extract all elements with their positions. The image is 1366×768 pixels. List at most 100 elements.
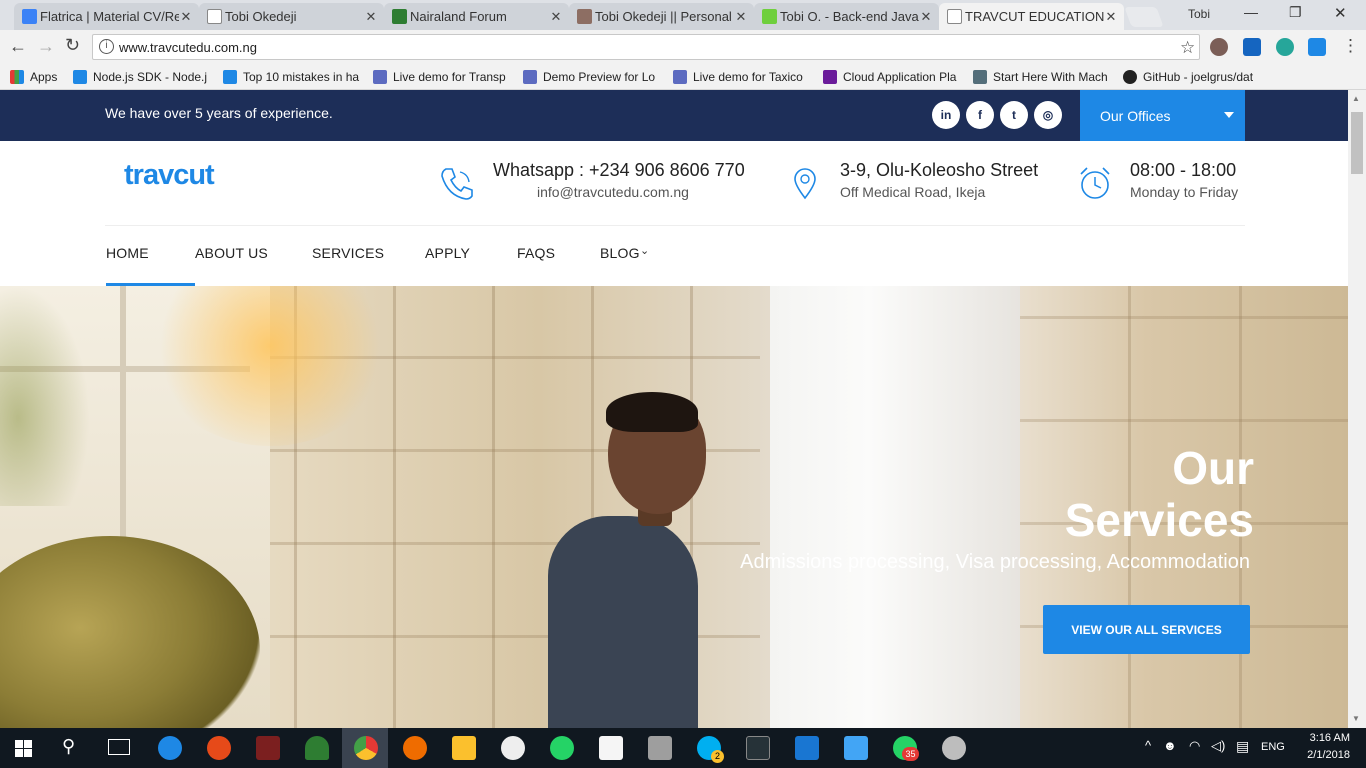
chrome-browser-icon[interactable]: [354, 736, 378, 760]
terminal-app-icon[interactable]: [256, 736, 280, 760]
upwork-favicon-icon: [762, 9, 777, 24]
info-icon[interactable]: i: [99, 39, 114, 54]
phone-icon: [441, 168, 473, 200]
minimize-window-icon[interactable]: —: [1244, 4, 1258, 20]
slides-app-icon[interactable]: [599, 736, 623, 760]
paint-app-icon[interactable]: [942, 736, 966, 760]
rocket-app-icon[interactable]: [305, 736, 329, 760]
profile-name[interactable]: Tobi: [1188, 7, 1210, 21]
browser-tab-travcut[interactable]: TRAVCUT EDUCATIONA ✕: [939, 3, 1124, 30]
location-pin-icon: [794, 168, 816, 200]
vscode-app-icon[interactable]: [795, 736, 819, 760]
forward-arrow-icon[interactable]: →: [37, 36, 55, 57]
notification-icon[interactable]: ▤: [1236, 738, 1249, 755]
close-tab-icon[interactable]: ✕: [549, 9, 563, 25]
apps-grid-icon: [10, 70, 24, 84]
browser-tab-flatrica[interactable]: Flatrica | Material CV/Re ✕: [14, 3, 199, 30]
new-tab-button[interactable]: [1124, 7, 1164, 27]
hours-time: 08:00 - 18:00: [1130, 160, 1237, 180]
pen-app-icon[interactable]: [207, 736, 231, 760]
extension-chat-icon[interactable]: [1276, 38, 1294, 56]
scroll-down-icon[interactable]: ▼: [1352, 714, 1360, 723]
nav-blog[interactable]: BLOG: [600, 245, 640, 261]
edge-browser-icon[interactable]: [158, 736, 182, 760]
scrollbar-thumb[interactable]: [1351, 112, 1363, 174]
music-app-icon[interactable]: [501, 736, 525, 760]
bookmark-favicon-icon: [223, 70, 237, 84]
bookmark-live-demo-transport[interactable]: Live demo for Transp: [373, 68, 511, 86]
nav-home[interactable]: HOME: [106, 245, 149, 261]
bookmark-apps[interactable]: Apps: [10, 68, 70, 86]
back-arrow-icon[interactable]: ←: [9, 36, 27, 57]
firefox-browser-icon[interactable]: [403, 736, 427, 760]
browser-menu-icon[interactable]: ⋮: [1342, 36, 1359, 56]
nav-services[interactable]: SERVICES: [312, 245, 384, 261]
facebook-icon[interactable]: f: [966, 101, 994, 129]
extension-avatar-icon[interactable]: [1210, 38, 1228, 56]
bookmark-favicon-icon: [673, 70, 687, 84]
bookmarks-bar: Apps Node.js SDK - Node.j Top 10 mistake…: [0, 64, 1366, 146]
browser-tab-tobi-okedeji[interactable]: Tobi Okedeji ✕: [199, 3, 384, 30]
twitter-icon[interactable]: t: [1000, 101, 1028, 129]
scroll-up-icon[interactable]: ▲: [1352, 94, 1360, 103]
bookmark-favicon-icon: [523, 70, 537, 84]
white-pillar: [770, 286, 1020, 728]
windows-taskbar: ⚲ ^ ☻ ◠ ◁) ▤ ENG 3:16 AM 2/1/2018: [0, 728, 1366, 768]
tray-chevron-up-icon[interactable]: ^: [1145, 738, 1151, 753]
extension-arrow-down-icon[interactable]: [1308, 38, 1326, 56]
nav-apply[interactable]: APPLY: [425, 245, 470, 261]
close-tab-icon[interactable]: ✕: [919, 9, 933, 25]
our-offices-dropdown[interactable]: Our Offices: [1080, 90, 1245, 141]
contact-email: info@travcutedu.com.ng: [537, 184, 689, 200]
bookmark-live-demo-taxico[interactable]: Live demo for Taxico: [673, 68, 811, 86]
browser-tab-nairaland[interactable]: Nairaland Forum ✕: [384, 3, 569, 30]
address-bar[interactable]: i www.travcutedu.com.ng: [92, 34, 1200, 60]
extension-download-icon[interactable]: [1243, 38, 1261, 56]
bookmark-cloud-application[interactable]: Cloud Application Pla: [823, 68, 961, 86]
close-tab-icon[interactable]: ✕: [179, 9, 193, 25]
close-window-icon[interactable]: ✕: [1334, 4, 1347, 22]
search-icon[interactable]: ⚲: [62, 736, 75, 757]
browser-tab-strip: Flatrica | Material CV/Re ✕ Tobi Okedeji…: [0, 0, 1366, 30]
tray-user-icon[interactable]: ☻: [1163, 738, 1177, 753]
hero-title-line-2: Services: [1064, 494, 1254, 546]
bookmark-favicon-icon: [973, 70, 987, 84]
network-app-icon[interactable]: [648, 736, 672, 760]
page-scrollbar[interactable]: ▲ ▼: [1348, 90, 1366, 728]
browser-tab-upwork[interactable]: Tobi O. - Back-end Java ✕: [754, 3, 939, 30]
header-divider: [105, 225, 1245, 226]
language-indicator[interactable]: ENG: [1261, 741, 1285, 753]
address-line-2: Off Medical Road, Ikeja: [840, 184, 986, 200]
close-tab-icon[interactable]: ✕: [1104, 9, 1118, 25]
outlook-app-icon[interactable]: [844, 736, 868, 760]
volume-icon[interactable]: ◁): [1211, 738, 1225, 754]
hours-days: Monday to Friday: [1130, 184, 1239, 200]
close-tab-icon[interactable]: ✕: [364, 9, 378, 25]
browser-tab-personal[interactable]: Tobi Okedeji || Personal ✕: [569, 3, 754, 30]
restore-window-icon[interactable]: ❐: [1289, 4, 1302, 21]
bookmark-start-here[interactable]: Start Here With Mach: [973, 68, 1111, 86]
task-view-icon[interactable]: [108, 739, 130, 755]
instagram-icon[interactable]: ◎: [1034, 101, 1062, 129]
page-favicon-icon: [207, 9, 222, 24]
bookmark-top-10-mistakes[interactable]: Top 10 mistakes in ha: [223, 68, 361, 86]
close-tab-icon[interactable]: ✕: [734, 9, 748, 25]
clock-time[interactable]: 3:16 AM: [1304, 732, 1350, 744]
bookmark-star-icon[interactable]: ☆: [1180, 38, 1195, 58]
wifi-icon[interactable]: ◠: [1189, 738, 1200, 754]
nav-faqs[interactable]: FAQS: [517, 245, 555, 261]
page-favicon-icon: [947, 9, 962, 24]
cmd-app-icon[interactable]: [746, 736, 770, 760]
file-explorer-icon[interactable]: [452, 736, 476, 760]
clock-date[interactable]: 2/1/2018: [1300, 749, 1350, 761]
bookmark-github[interactable]: GitHub - joelgrus/dat: [1123, 68, 1263, 86]
view-all-services-button[interactable]: VIEW OUR ALL SERVICES: [1043, 605, 1250, 654]
bookmark-demo-preview[interactable]: Demo Preview for Lo: [523, 68, 661, 86]
nav-about-us[interactable]: ABOUT US: [195, 245, 268, 261]
windows-start-icon[interactable]: [15, 740, 32, 757]
reload-icon[interactable]: ↻: [65, 35, 80, 56]
bookmark-nodejs-sdk[interactable]: Node.js SDK - Node.j: [73, 68, 213, 86]
whatsapp-app-icon[interactable]: [550, 736, 574, 760]
travcut-logo[interactable]: travcut: [124, 159, 215, 192]
linkedin-icon[interactable]: in: [932, 101, 960, 129]
